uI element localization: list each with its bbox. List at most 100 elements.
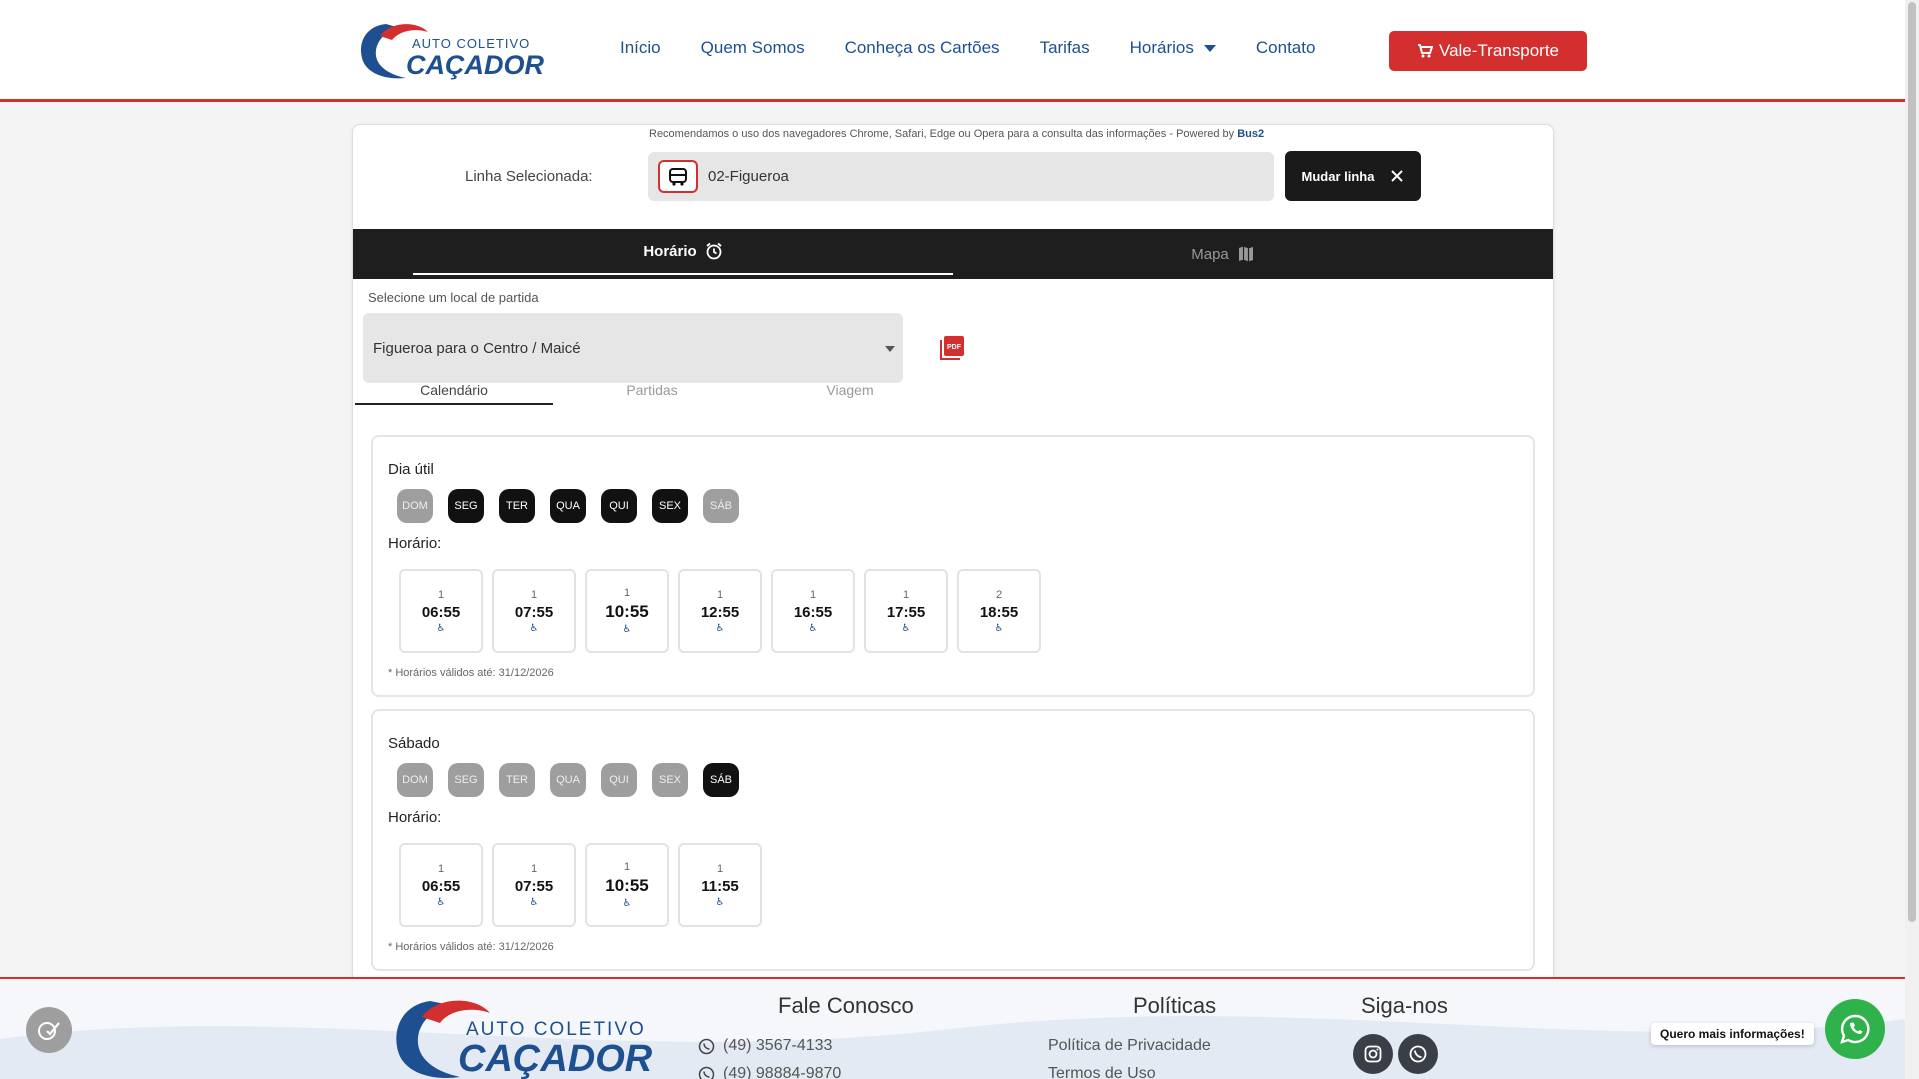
linha-value: 02-Figueroa bbox=[708, 168, 789, 185]
nav-tarifas[interactable]: Tarifas bbox=[1040, 38, 1090, 58]
nav-inicio[interactable]: Início bbox=[620, 38, 661, 58]
wheelchair-icon: ♿ bbox=[715, 622, 725, 634]
weekday-chip: TER bbox=[499, 763, 535, 797]
time-slot[interactable]: 1 11:55 ♿ bbox=[678, 843, 762, 927]
time-slot[interactable]: 1 17:55 ♿ bbox=[864, 569, 948, 653]
map-icon bbox=[1238, 246, 1253, 262]
linha-label: Linha Selecionada: bbox=[465, 168, 593, 185]
mudar-linha-button[interactable]: Mudar linha bbox=[1285, 151, 1421, 201]
weekday-row: DOM SEG TER QUA QUI SEX SÁB bbox=[397, 489, 739, 523]
footer-logo[interactable]: AUTO COLETIVO CAÇADOR bbox=[390, 993, 660, 1079]
page-scrollbar[interactable] bbox=[1905, 0, 1919, 1079]
horario-label: Horário: bbox=[388, 535, 442, 552]
site-header: AUTO COLETIVO CAÇADOR Início Quem Somos … bbox=[0, 0, 1905, 102]
browser-recommendation: Recomendamos o uso dos navegadores Chrom… bbox=[649, 128, 1265, 140]
svg-text:CAÇADOR: CAÇADOR bbox=[458, 1038, 653, 1079]
bus-icon bbox=[658, 160, 698, 193]
wheelchair-icon: ♿ bbox=[994, 622, 1004, 634]
main-tabs: Horário Mapa bbox=[353, 229, 1553, 279]
wheelchair-icon: ♿ bbox=[622, 624, 632, 635]
schedule-panel: Recomendamos o uso dos navegadores Chrom… bbox=[352, 124, 1554, 1004]
partida-select-value: Figueroa para o Centro / Maicé bbox=[373, 340, 581, 357]
phone-2[interactable]: (49) 98884-9870 bbox=[698, 1065, 841, 1079]
horario-label: Horário: bbox=[388, 809, 442, 826]
wheelchair-icon: ♿ bbox=[529, 622, 539, 634]
site-footer: AUTO COLETIVO CAÇADOR Fale Conosco (49) … bbox=[0, 977, 1905, 1079]
weekday-chip: SEG bbox=[448, 763, 484, 797]
svg-text:CAÇADOR: CAÇADOR bbox=[406, 50, 544, 80]
time-slot[interactable]: 1 06:55 ♿ bbox=[399, 569, 483, 653]
whatsapp-social-icon[interactable] bbox=[1398, 1034, 1438, 1074]
svg-text:PDF: PDF bbox=[947, 344, 962, 351]
day-group-title: Sábado bbox=[388, 735, 440, 752]
cookie-consent-icon[interactable] bbox=[26, 1007, 72, 1053]
time-slot[interactable]: 1 07:55 ♿ bbox=[492, 843, 576, 927]
partida-select[interactable]: Figueroa para o Centro / Maicé bbox=[363, 313, 903, 383]
subtab-calendario[interactable]: Calendário bbox=[355, 375, 553, 405]
time-slot[interactable]: 1 06:55 ♿ bbox=[399, 843, 483, 927]
weekday-chip: QUI bbox=[601, 489, 637, 523]
caret-down-icon bbox=[885, 346, 895, 352]
weekday-chip: SEX bbox=[652, 763, 688, 797]
day-group-title: Dia útil bbox=[388, 461, 434, 478]
linha-field[interactable]: 02-Figueroa bbox=[648, 152, 1274, 201]
time-slot[interactable]: 1 10:55 ♿ bbox=[585, 569, 669, 653]
tab-horario[interactable]: Horário bbox=[413, 229, 953, 275]
tab-mapa[interactable]: Mapa bbox=[953, 229, 1493, 279]
time-slot[interactable]: 1 16:55 ♿ bbox=[771, 569, 855, 653]
wheelchair-icon: ♿ bbox=[622, 898, 632, 909]
instagram-icon[interactable] bbox=[1353, 1034, 1393, 1074]
weekday-chip: QUA bbox=[550, 489, 586, 523]
weekday-chip: SÁB bbox=[703, 763, 739, 797]
svg-text:AUTO COLETIVO: AUTO COLETIVO bbox=[466, 1019, 646, 1040]
subtab-partidas[interactable]: Partidas bbox=[553, 375, 751, 405]
whatsapp-icon bbox=[1840, 1014, 1870, 1044]
partida-label: Selecione um local de partida bbox=[368, 290, 539, 305]
subtab-viagem[interactable]: Viagem bbox=[751, 375, 949, 405]
validity-note: * Horários válidos até: 31/12/2026 bbox=[388, 667, 554, 679]
weekday-chip: SÁB bbox=[703, 489, 739, 523]
time-list: 1 06:55 ♿ 1 07:55 ♿ 1 10:55 ♿ 1 12:55 ♿ 1 16:55 ♿ … bbox=[399, 569, 1041, 653]
wheelchair-icon: ♿ bbox=[529, 896, 539, 908]
privacy-link[interactable]: Política de Privacidade bbox=[1048, 1037, 1211, 1055]
vale-transporte-button[interactable]: Vale-Transporte bbox=[1389, 31, 1587, 71]
terms-link[interactable]: Termos de Uso bbox=[1048, 1065, 1156, 1079]
whatsapp-icon bbox=[698, 1066, 715, 1079]
whatsapp-tooltip[interactable]: Quero mais informações! bbox=[1651, 1023, 1814, 1045]
wheelchair-icon: ♿ bbox=[436, 622, 446, 634]
whatsapp-icon bbox=[698, 1038, 715, 1054]
scrollbar-thumb[interactable] bbox=[1908, 2, 1916, 922]
whatsapp-chat-button[interactable] bbox=[1825, 999, 1885, 1059]
weekday-chip: QUI bbox=[601, 763, 637, 797]
time-slot[interactable]: 1 10:55 ♿ bbox=[585, 843, 669, 927]
siga-nos-title: Siga-nos bbox=[1361, 993, 1448, 1018]
fale-conosco-title: Fale Conosco bbox=[778, 993, 914, 1018]
weekday-chip: DOM bbox=[397, 763, 433, 797]
day-group-dia-util: Dia útil DOM SEG TER QUA QUI SEX SÁB Hor… bbox=[371, 435, 1535, 697]
weekday-chip: QUA bbox=[550, 763, 586, 797]
phone-1[interactable]: (49) 3567-4133 bbox=[698, 1037, 832, 1055]
wheelchair-icon: ♿ bbox=[901, 622, 911, 634]
time-list: 1 06:55 ♿ 1 07:55 ♿ 1 10:55 ♿ 1 11:55 ♿ bbox=[399, 843, 762, 927]
time-slot[interactable]: 1 07:55 ♿ bbox=[492, 569, 576, 653]
svg-text:AUTO COLETIVO: AUTO COLETIVO bbox=[412, 36, 530, 51]
wheelchair-icon: ♿ bbox=[808, 622, 818, 634]
nav-cartoes[interactable]: Conheça os Cartões bbox=[845, 38, 1000, 58]
weekday-chip: TER bbox=[499, 489, 535, 523]
company-logo[interactable]: AUTO COLETIVO CAÇADOR bbox=[356, 18, 546, 82]
bus2-link[interactable]: Bus2 bbox=[1237, 128, 1264, 140]
main-nav: Início Quem Somos Conheça os Cartões Tar… bbox=[620, 38, 1355, 58]
weekday-chip: SEX bbox=[652, 489, 688, 523]
time-slot[interactable]: 1 12:55 ♿ bbox=[678, 569, 762, 653]
weekday-chip: DOM bbox=[397, 489, 433, 523]
cart-icon bbox=[1418, 44, 1433, 58]
chevron-down-icon bbox=[1203, 45, 1216, 53]
close-icon bbox=[1391, 170, 1404, 182]
nav-horarios[interactable]: Horários bbox=[1130, 38, 1216, 58]
alarm-clock-icon bbox=[706, 242, 722, 260]
nav-contato[interactable]: Contato bbox=[1256, 38, 1316, 58]
nav-quem-somos[interactable]: Quem Somos bbox=[701, 38, 805, 58]
pdf-icon[interactable]: PDF bbox=[938, 334, 966, 362]
wheelchair-icon: ♿ bbox=[436, 896, 446, 908]
time-slot[interactable]: 2 18:55 ♿ bbox=[957, 569, 1041, 653]
